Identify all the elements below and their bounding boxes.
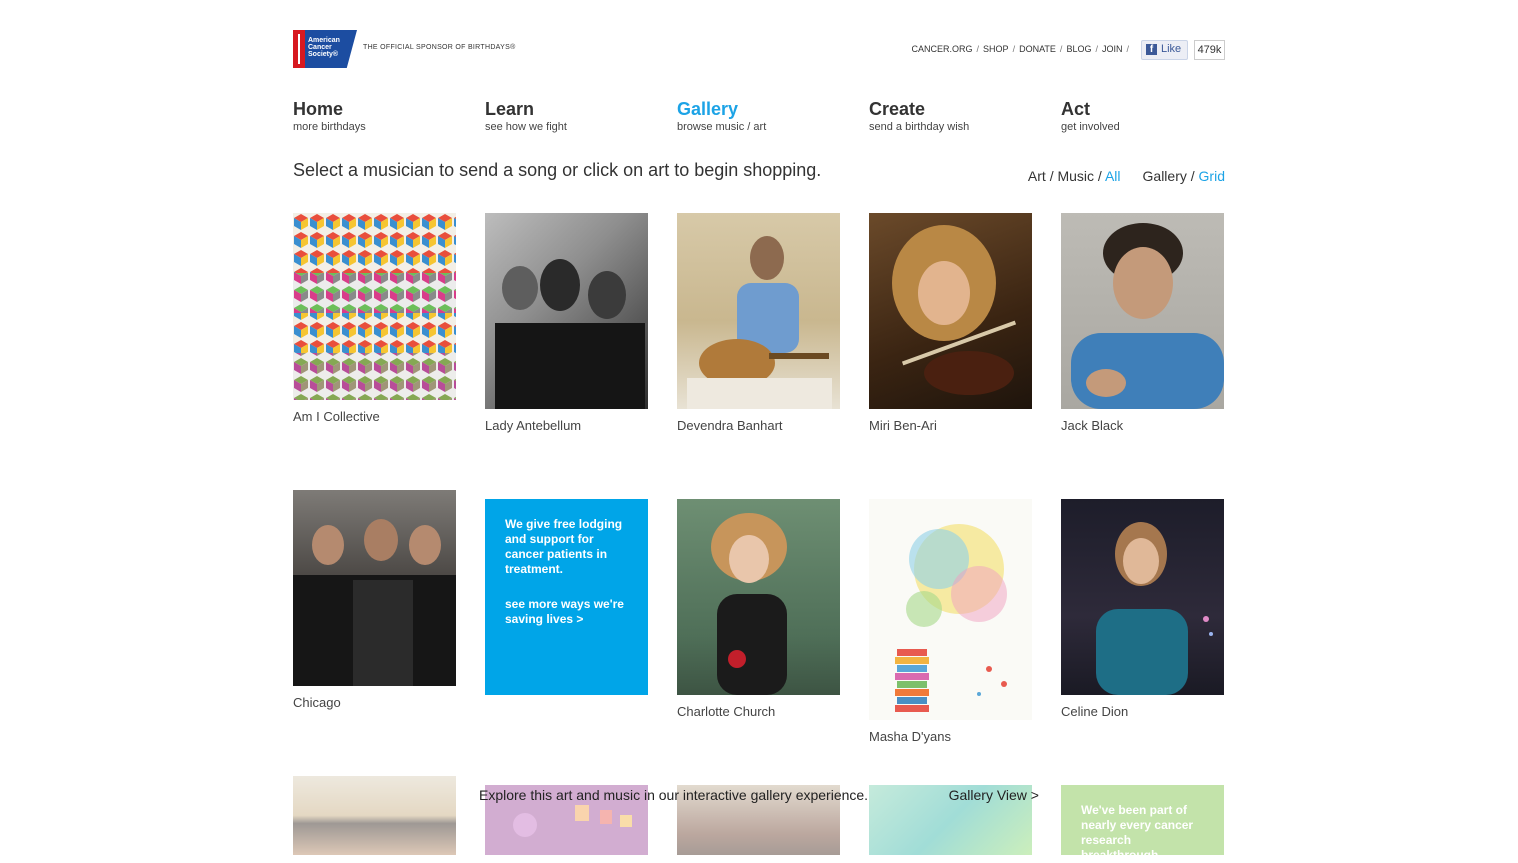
- link-cancer-org[interactable]: CANCER.ORG: [912, 44, 973, 54]
- artwork-image[interactable]: [293, 213, 456, 400]
- musician-photo[interactable]: [677, 499, 840, 695]
- view-filters: Art / Music / All Gallery / Grid: [1027, 168, 1225, 184]
- link-blog[interactable]: BLOG: [1066, 44, 1091, 54]
- artwork-image[interactable]: [869, 499, 1032, 720]
- tile-caption[interactable]: Miri Ben-Ari: [869, 418, 937, 433]
- musician-photo[interactable]: [1061, 213, 1224, 409]
- intro-text: Select a musician to send a song or clic…: [293, 160, 822, 180]
- nav-subtitle: more birthdays: [293, 121, 366, 133]
- filter-music[interactable]: Music: [1057, 168, 1094, 184]
- portrait-silhouette: [1071, 223, 1224, 409]
- link-shop[interactable]: SHOP: [983, 44, 1009, 54]
- musician-photo[interactable]: [293, 490, 456, 686]
- promo-tile-lodging[interactable]: We give free lodging and support for can…: [485, 499, 648, 695]
- like-label: Like: [1161, 43, 1182, 55]
- logo-line: American: [308, 37, 340, 44]
- logo-line: Cancer: [308, 44, 332, 51]
- nav-subtitle: get involved: [1061, 121, 1120, 133]
- nav-subtitle: send a birthday wish: [869, 121, 970, 133]
- tile-caption[interactable]: Celine Dion: [1061, 704, 1128, 719]
- filter-art[interactable]: Art: [1028, 168, 1046, 184]
- tile-caption[interactable]: Am I Collective: [293, 409, 380, 424]
- page: American Cancer Society® THE OFFICIAL SP…: [293, 0, 1225, 862]
- facebook-icon: f: [1146, 44, 1157, 55]
- tile-caption[interactable]: Devendra Banhart: [677, 418, 783, 433]
- gallery-view-link[interactable]: Gallery View >: [949, 787, 1039, 803]
- nav-title: Create: [869, 99, 926, 119]
- link-join[interactable]: JOIN: [1102, 44, 1123, 54]
- banner-text: Explore this art and music in our intera…: [479, 787, 869, 803]
- separator: /: [1059, 44, 1063, 54]
- facebook-like-button[interactable]: f Like: [1141, 40, 1188, 60]
- tile-caption[interactable]: Charlotte Church: [677, 704, 775, 719]
- book-stack: [895, 649, 929, 712]
- nav-gallery[interactable]: Gallery browse music / art: [677, 98, 766, 133]
- separator: /: [1095, 44, 1098, 54]
- tile-caption[interactable]: Masha D'yans: [869, 729, 951, 744]
- tile-caption[interactable]: Jack Black: [1061, 418, 1123, 433]
- promo-link[interactable]: see more ways we're saving lives >: [505, 597, 630, 627]
- nav-home[interactable]: Home more birthdays: [293, 98, 366, 133]
- nav-subtitle: browse music / art: [677, 121, 767, 133]
- logo-line: Society®: [308, 51, 339, 58]
- nav-subtitle: see how we fight: [485, 121, 567, 133]
- like-count: 479k: [1194, 40, 1225, 60]
- nav-title: Home: [293, 99, 344, 119]
- filter-all[interactable]: All: [1105, 168, 1121, 184]
- colorful-cubes-art: [293, 213, 456, 400]
- musician-photo[interactable]: [1061, 499, 1224, 695]
- nav-title: Learn: [485, 99, 535, 119]
- violinist-silhouette: [892, 225, 1017, 395]
- acs-logo[interactable]: American Cancer Society®: [293, 30, 357, 68]
- view-grid[interactable]: Grid: [1199, 168, 1225, 184]
- tile-caption[interactable]: Chicago: [293, 695, 341, 710]
- sword-icon: [298, 34, 300, 64]
- group-photo-silhouette: [293, 519, 456, 686]
- logo-wordmark: American Cancer Society®: [308, 37, 352, 58]
- nav-learn[interactable]: Learn see how we fight: [485, 98, 567, 133]
- promo-text: We give free lodging and support for can…: [505, 517, 623, 576]
- portrait-silhouette: [1096, 522, 1213, 695]
- separator: /: [1012, 44, 1016, 54]
- nav-title: Gallery: [677, 99, 739, 119]
- watercolor-art: [895, 524, 1007, 712]
- nav-create[interactable]: Create send a birthday wish: [869, 98, 969, 133]
- link-donate[interactable]: DONATE: [1019, 44, 1056, 54]
- group-photo-silhouette: [495, 259, 645, 409]
- musician-photo[interactable]: [869, 213, 1032, 409]
- guitarist-silhouette: [687, 236, 832, 409]
- musician-photo[interactable]: [485, 213, 648, 409]
- tile-caption[interactable]: Lady Antebellum: [485, 418, 581, 433]
- nav-title: Act: [1061, 99, 1091, 119]
- musician-photo[interactable]: [677, 213, 840, 409]
- view-gallery[interactable]: Gallery: [1143, 168, 1187, 184]
- portrait-silhouette: [711, 513, 787, 695]
- separator: /: [976, 44, 980, 54]
- tagline: THE OFFICIAL SPONSOR OF BIRTHDAYS®: [363, 44, 516, 51]
- separator: /: [1126, 44, 1129, 54]
- top-links: CANCER.ORG / SHOP / DONATE / BLOG / JOIN /: [912, 44, 1133, 54]
- nav-act[interactable]: Act get involved: [1061, 98, 1120, 133]
